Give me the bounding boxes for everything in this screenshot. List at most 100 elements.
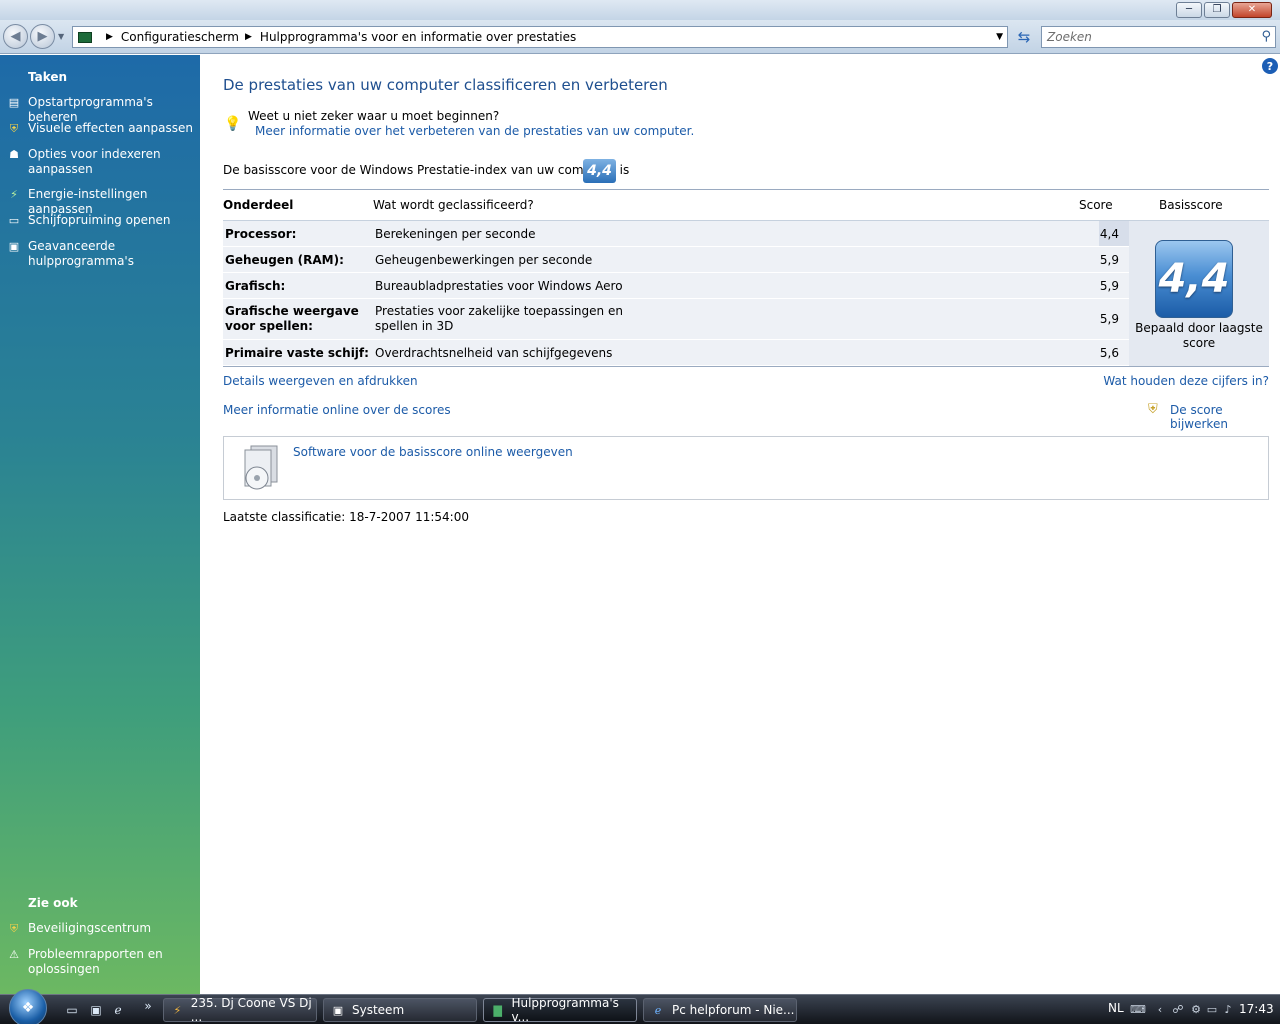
sidebar-item-label: Probleemrapporten en oplossingen — [28, 947, 163, 976]
breadcrumb-performance-tools[interactable]: Hulpprogramma's voor en informatie over … — [260, 30, 576, 44]
last-rating: Laatste classificatie: 18-7-2007 11:54:0… — [223, 510, 469, 524]
show-hidden-icons-button[interactable]: ‹ — [1152, 1002, 1168, 1017]
base-score-text: De basisscore voor de Windows Prestatie-… — [223, 163, 630, 177]
sidebar-item-label: Geavanceerde hulpprogramma's — [28, 239, 134, 268]
sidebar-item-advanced-tools[interactable]: ▣ Geavanceerde hulpprogramma's — [6, 239, 198, 269]
divider — [223, 366, 1269, 367]
breadcrumb-control-panel[interactable]: Configuratiescherm — [121, 30, 239, 44]
show-desktop-icon[interactable]: ▭ — [64, 1002, 80, 1017]
disk-cleanup-icon: ▭ — [8, 214, 20, 227]
clock[interactable]: 17:43 — [1239, 1002, 1274, 1016]
sidebar-item-disk-cleanup[interactable]: ▭ Schijfopruiming openen — [6, 213, 198, 228]
advanced-tools-icon: ▣ — [8, 240, 20, 253]
close-button[interactable]: ✕ — [1232, 2, 1272, 18]
sidebar-item-label: Opties voor indexeren aanpassen — [28, 147, 161, 176]
breadcrumb-separator-icon[interactable]: ▶ — [245, 32, 252, 42]
table-row: Grafische weergave voor spellen: Prestat… — [223, 299, 1129, 340]
taskbar-button-pc-helpforum[interactable]: ℯ Pc helpforum - Nie... — [643, 998, 797, 1022]
volume-icon[interactable]: ♪ — [1220, 1002, 1236, 1017]
table-row: Processor: Berekeningen per seconde 4,4 — [223, 221, 1129, 247]
column-header-rated: Wat wordt geclassificeerd? — [373, 198, 534, 212]
row-rated: Berekeningen per seconde — [375, 227, 536, 241]
switch-windows-icon[interactable]: ▣ — [88, 1002, 104, 1017]
row-rated: Overdrachtsnelheid van schijfgegevens — [375, 346, 613, 360]
minimize-button[interactable]: ─ — [1176, 2, 1202, 18]
sidebar-item-label: Visuele effecten aanpassen — [28, 121, 193, 135]
row-component: Grafisch: — [225, 279, 286, 293]
recent-pages-dropdown[interactable]: ▼ — [58, 32, 64, 41]
sidebar-item-label: Schijfopruiming openen — [28, 213, 171, 227]
tasks-header: Taken — [28, 70, 68, 84]
back-button[interactable]: ◀ — [3, 24, 28, 49]
row-component: Geheugen (RAM): — [225, 253, 344, 267]
software-online-link[interactable]: Software voor de basisscore online weerg… — [293, 445, 573, 459]
network-icon[interactable]: ☍ — [1170, 1002, 1186, 1017]
sidebar-item-security-center[interactable]: ⛨ Beveiligingscentrum — [6, 921, 198, 936]
refresh-button[interactable]: ⇆ — [1012, 26, 1036, 48]
search-icon[interactable]: ⚲ — [1261, 29, 1271, 44]
sidebar-item-problem-reports[interactable]: ⚠ Probleemrapporten en oplossingen — [6, 947, 198, 977]
forward-arrow-icon: ▶ — [37, 29, 48, 44]
row-rated: Geheugenbewerkingen per seconde — [375, 253, 593, 267]
tip-question: Weet u niet zeker waar u moet beginnen? — [248, 109, 500, 123]
help-icon[interactable]: ? — [1262, 58, 1278, 74]
more-info-online-link[interactable]: Meer informatie online over de scores — [223, 403, 451, 417]
refresh-icon: ⇆ — [1017, 28, 1031, 46]
software-box: Software voor de basisscore online weerg… — [223, 436, 1269, 500]
sidebar-item-indexing-options[interactable]: ☗ Opties voor indexeren aanpassen — [6, 147, 198, 177]
sidebar-item-visual-effects[interactable]: ⛨ Visuele effecten aanpassen — [6, 121, 198, 136]
forward-button[interactable]: ▶ — [30, 24, 55, 49]
column-header-score: Score — [1079, 198, 1113, 212]
maximize-button[interactable]: ❐ — [1204, 2, 1230, 18]
row-component: Grafische weergave voor spellen: — [225, 304, 359, 333]
power-icon: ⚡ — [10, 188, 18, 201]
windows-logo-icon: ❖ — [21, 1000, 35, 1016]
taskbar: ❖ ▭ ▣ ℯ » ⚡ 235. Dj Coone VS Dj ... ▣ Sy… — [0, 989, 1280, 1024]
start-button[interactable]: ❖ — [9, 989, 47, 1024]
row-component: Processor: — [225, 227, 297, 241]
address-bar[interactable]: ▶ Configuratiescherm ▶ Hulpprogramma's v… — [72, 26, 1008, 48]
row-score: 5,9 — [1099, 312, 1119, 326]
base-score-badge-small: 4,4 — [583, 159, 616, 183]
taskbar-button-label: 235. Dj Coone VS Dj ... — [190, 996, 312, 1024]
notification-area: NL ⌨ ‹ ☍ ⚙ ▭ ♪ 17:43 — [1104, 995, 1280, 1024]
taskbar-button-performance-tools[interactable]: ▇ Hulpprogramma's v... — [483, 996, 637, 1024]
breadcrumb-separator-icon[interactable]: ▶ — [106, 32, 113, 42]
page-title: De prestaties van uw computer classifice… — [223, 76, 668, 94]
base-score-caption: Bepaald door laagste score — [1135, 321, 1263, 350]
taskbar-button-label: Hulpprogramma's v... — [511, 996, 619, 1024]
taskbar-button-winamp[interactable]: ⚡ 235. Dj Coone VS Dj ... — [163, 996, 317, 1024]
safety-remove-icon[interactable]: ⚙ — [1188, 1002, 1204, 1017]
shield-icon: ⛨ — [9, 122, 19, 135]
window-controls: ─ ❐ ✕ — [1176, 2, 1272, 18]
back-arrow-icon: ◀ — [10, 29, 21, 44]
internet-explorer-icon[interactable]: ℯ — [110, 1002, 126, 1017]
row-score: 4,4 — [1099, 227, 1119, 241]
improve-performance-link[interactable]: Meer informatie over het verbeteren van … — [255, 124, 694, 138]
row-score: 5,6 — [1099, 346, 1119, 360]
what-do-numbers-mean-link[interactable]: Wat houden deze cijfers in? — [1103, 374, 1269, 388]
row-score: 5,9 — [1099, 253, 1119, 267]
software-cd-icon — [244, 445, 278, 490]
taskbar-button-label: Pc helpforum - Nie... — [672, 1003, 795, 1017]
divider — [223, 189, 1269, 190]
base-score-badge-large: 4,4 — [1155, 240, 1233, 318]
address-dropdown-icon[interactable]: ▼ — [996, 32, 1003, 42]
search-input[interactable]: Zoeken ⚲ — [1041, 26, 1276, 48]
row-score: 5,9 — [1099, 279, 1119, 293]
update-score-link[interactable]: De score bijwerken — [1170, 403, 1280, 431]
main-content: ? De prestaties van uw computer classifi… — [200, 55, 1280, 994]
system-icon: ▣ — [332, 1003, 344, 1017]
taskbar-button-system[interactable]: ▣ Systeem — [323, 998, 477, 1022]
monitor-icon[interactable]: ▭ — [1204, 1002, 1220, 1017]
row-rated: Prestaties voor zakelijke toepassingen e… — [375, 304, 623, 333]
keyboard-icon[interactable]: ⌨ — [1130, 1002, 1146, 1017]
language-indicator[interactable]: NL — [1108, 1001, 1124, 1015]
see-also-header: Zie ook — [28, 896, 78, 910]
taskbar-button-label: Systeem — [352, 1003, 405, 1017]
task-sidebar: Taken ▤ Opstartprogramma's beheren ⛨ Vis… — [0, 55, 200, 994]
quicklaunch-more-button[interactable]: » — [140, 998, 156, 1013]
control-panel-icon: ▇ — [493, 1003, 502, 1017]
details-print-link[interactable]: Details weergeven en afdrukken — [223, 374, 418, 388]
row-rated: Bureaubladprestaties voor Windows Aero — [375, 279, 623, 293]
